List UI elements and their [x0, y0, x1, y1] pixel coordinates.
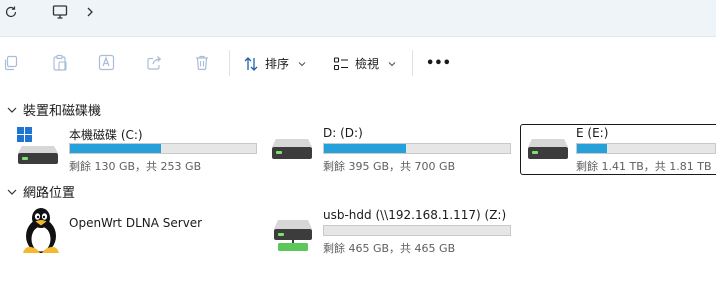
network-drive-z[interactable]: usb-hdd (\\192.168.1.117) (Z:) 剩餘 465 GB…: [270, 208, 516, 255]
drive-usage-bar: [576, 143, 716, 154]
toolbar-divider: [412, 50, 413, 76]
view-label: 檢視: [355, 57, 380, 71]
linux-penguin-icon: [23, 208, 59, 253]
chevron-down-icon: [298, 61, 306, 66]
sort-button[interactable]: 排序: [243, 55, 306, 72]
drive-size: 剩餘 395 GB，共 700 GB: [323, 160, 456, 173]
network-item-dlna[interactable]: OpenWrt DLNA Server: [20, 206, 260, 256]
sort-label: 排序: [265, 57, 290, 71]
delete-icon[interactable]: [194, 54, 210, 71]
drive-usage-bar: [69, 143, 257, 154]
drive-name: usb-hdd (\\192.168.1.117) (Z:): [323, 208, 507, 222]
drive-usage-fill: [577, 144, 608, 153]
windows-drive-icon: [17, 127, 58, 164]
chevron-right-icon[interactable]: [85, 6, 95, 18]
view-button[interactable]: 檢視: [333, 55, 396, 72]
more-options-button[interactable]: •••: [426, 56, 451, 71]
chevron-down-icon: [7, 189, 17, 195]
hard-drive-icon: [528, 139, 568, 159]
refresh-icon[interactable]: [4, 5, 18, 19]
copy-icon[interactable]: [3, 55, 19, 71]
drive-name: 本機磁碟 (C:): [69, 128, 143, 142]
drive-item-c[interactable]: 本機磁碟 (C:) 剩餘 130 GB，共 253 GB: [16, 124, 262, 173]
chevron-down-icon: [388, 61, 396, 66]
hard-drive-icon: [272, 139, 312, 159]
rename-icon[interactable]: [98, 54, 115, 71]
paste-icon[interactable]: [52, 54, 68, 72]
drive-usage-bar: [323, 143, 511, 154]
sort-icon: [244, 56, 258, 71]
section-title: 裝置和磁碟機: [23, 104, 102, 119]
view-icon: [333, 56, 348, 70]
drive-name: D: (D:): [323, 126, 363, 140]
drive-usage-fill: [70, 144, 162, 153]
computer-icon[interactable]: [52, 4, 68, 20]
drive-size: 剩餘 1.41 TB，共 1.81 TB: [576, 160, 712, 173]
section-header-devices[interactable]: 裝置和磁碟機: [7, 100, 101, 119]
drive-usage-bar: [323, 225, 511, 236]
drive-name: E (E:): [576, 126, 609, 140]
section-header-network[interactable]: 網路位置: [7, 182, 75, 201]
toolbar-divider: [229, 50, 230, 76]
drive-item-e[interactable]: E (E:) 剩餘 1.41 TB，共 1.81 TB: [524, 124, 716, 173]
chevron-down-icon: [7, 107, 17, 113]
drive-size: 剩餘 465 GB，共 465 GB: [323, 242, 456, 255]
section-title: 網路位置: [23, 186, 76, 201]
network-name: OpenWrt DLNA Server: [69, 216, 203, 230]
drive-usage-fill: [324, 144, 406, 153]
share-icon[interactable]: [146, 54, 163, 71]
address-bar: [0, 0, 716, 37]
network-drive-icon: [274, 220, 312, 251]
drive-item-d[interactable]: D: (D:) 剩餘 395 GB，共 700 GB: [270, 124, 516, 173]
drive-size: 剩餘 130 GB，共 253 GB: [69, 160, 202, 173]
